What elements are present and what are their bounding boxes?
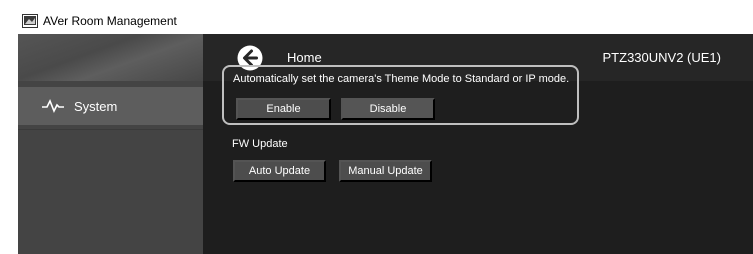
app-icon <box>22 14 38 28</box>
pulse-icon <box>42 99 64 113</box>
sidebar-item-label: System <box>74 98 118 114</box>
enable-button[interactable]: Enable <box>236 98 331 120</box>
home-link[interactable]: Home <box>287 50 322 65</box>
sidebar-item-system[interactable]: System <box>18 87 203 125</box>
sidebar-banner <box>18 34 203 81</box>
theme-mode-description: Automatically set the camera's Theme Mod… <box>233 73 570 85</box>
disable-button[interactable]: Disable <box>341 98 435 120</box>
auto-update-button[interactable]: Auto Update <box>233 160 326 182</box>
device-name: PTZ330UNV2 (UE1) <box>602 50 721 65</box>
fw-update-label: FW Update <box>232 138 288 150</box>
manual-update-button[interactable]: Manual Update <box>339 160 432 182</box>
sidebar-divider <box>18 129 203 130</box>
sidebar: System <box>18 34 203 254</box>
window-title: AVer Room Management <box>43 14 177 28</box>
window-titlebar: AVer Room Management <box>18 8 753 34</box>
